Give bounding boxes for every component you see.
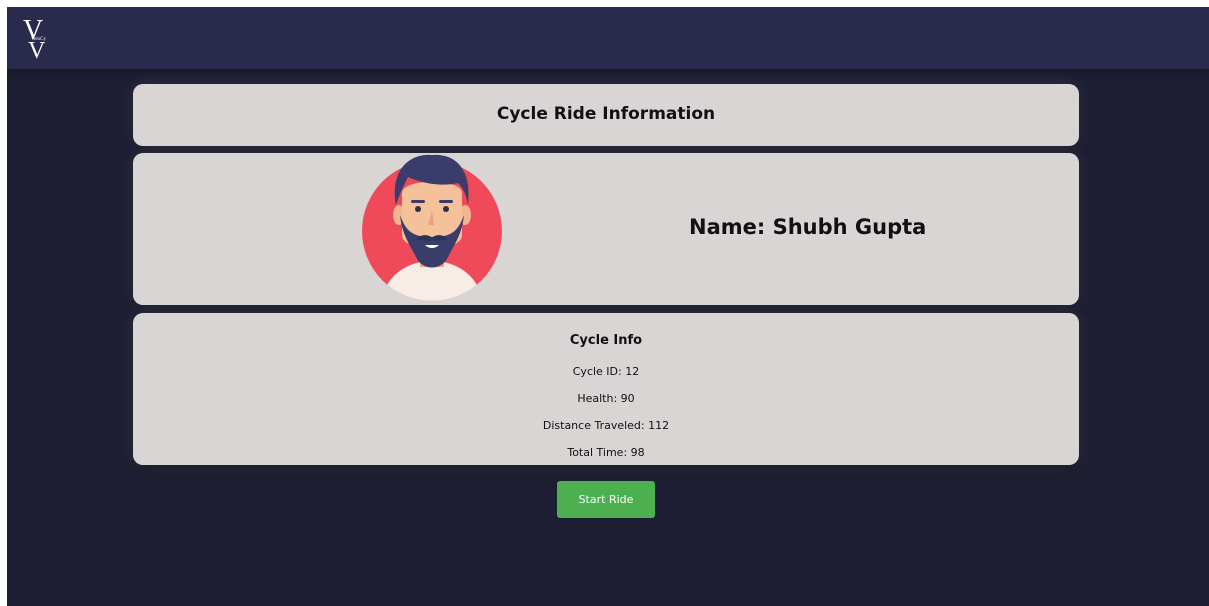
- logo[interactable]: V V VeloCy: [21, 13, 57, 64]
- profile-card: Name: Shubh Gupta: [133, 153, 1079, 305]
- user-name: Name: Shubh Gupta: [689, 215, 927, 239]
- user-avatar-icon: [362, 154, 502, 301]
- cycle-id: Cycle ID: 12: [572, 365, 640, 378]
- app-window: V V VeloCy Cycle Ride Information Name: …: [7, 7, 1209, 606]
- avatar: [362, 153, 502, 303]
- distance-traveled: Distance Traveled: 112: [542, 419, 670, 432]
- cycle-health: Health: 90: [577, 392, 635, 405]
- page-title: Cycle Ride Information: [496, 104, 716, 124]
- logo-icon: V V VeloCy: [23, 15, 47, 64]
- start-ride-button[interactable]: Start Ride: [557, 481, 655, 518]
- title-card: Cycle Ride Information: [133, 84, 1079, 146]
- cycle-info-heading: Cycle Info: [569, 333, 643, 348]
- navbar: V V VeloCy: [7, 7, 1209, 69]
- total-time: Total Time: 98: [567, 446, 645, 459]
- svg-text:VeloCy: VeloCy: [31, 37, 47, 42]
- cycle-info-card: Cycle Info Cycle ID: 12 Health: 90 Dista…: [133, 313, 1079, 465]
